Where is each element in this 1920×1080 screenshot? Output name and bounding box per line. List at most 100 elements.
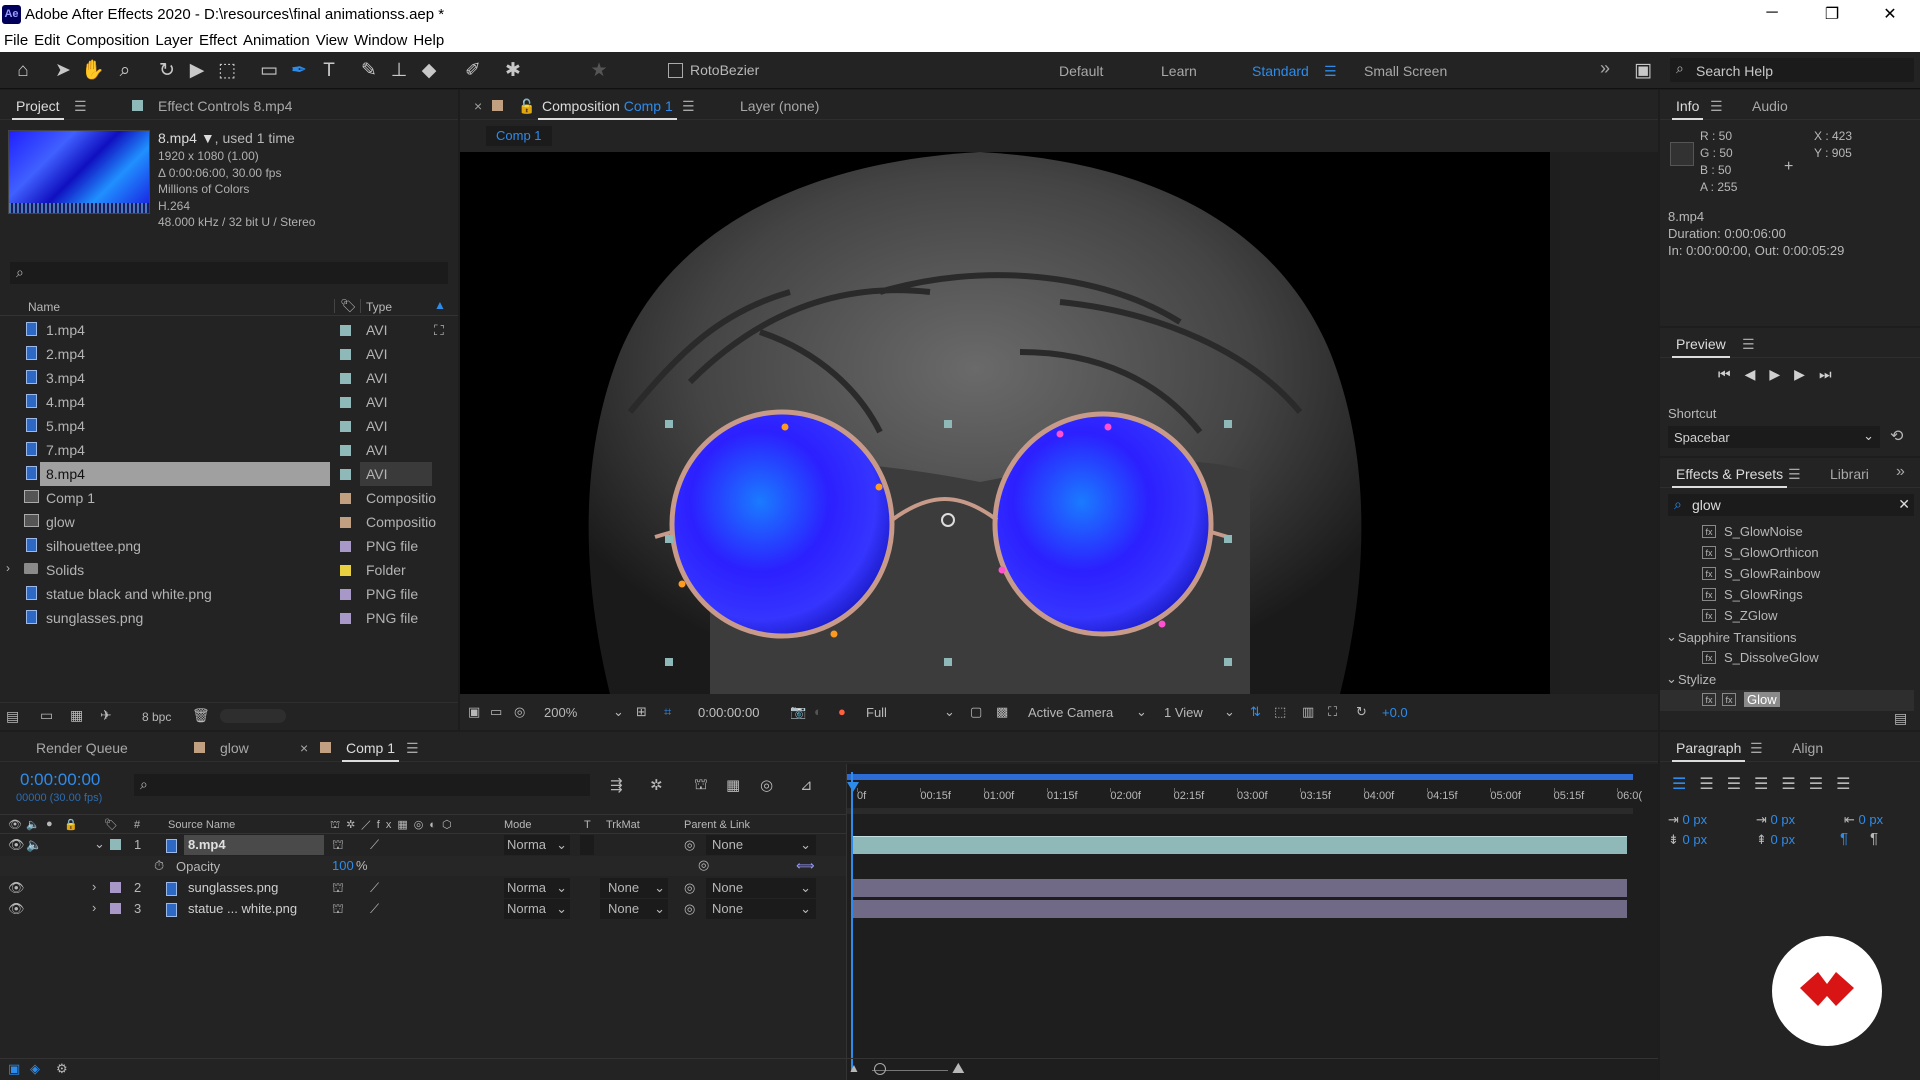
layer-switches-icon[interactable]: ▣ <box>8 1061 20 1077</box>
tab-effect-controls[interactable]: Effect Controls 8.mp4 <box>158 98 292 114</box>
work-area-bar[interactable] <box>847 774 1633 780</box>
toggle-pixel-icon[interactable]: ⇅ <box>1250 704 1261 720</box>
item-name-cell[interactable]: silhouettee.png <box>40 534 330 558</box>
resolution-dropdown-icon[interactable]: ⌄ <box>944 704 955 720</box>
tab-paragraph[interactable]: Paragraph <box>1671 740 1746 762</box>
item-name-cell[interactable]: statue black and white.png <box>40 582 330 606</box>
layer-name[interactable]: sunglasses.png <box>188 880 278 895</box>
justify-left-icon[interactable]: ☰ <box>1754 776 1781 793</box>
workspace-standard[interactable]: Standard <box>1252 63 1309 79</box>
col-name[interactable]: Name <box>28 300 60 314</box>
tab-preview[interactable]: Preview <box>1672 336 1730 358</box>
justify-center-icon[interactable]: ☰ <box>1781 776 1808 793</box>
item-label-color[interactable] <box>340 493 351 504</box>
effect-item[interactable]: fx S_DissolveGlow <box>1660 648 1914 669</box>
zoom-dropdown-icon[interactable]: ⌄ <box>613 704 624 720</box>
col-trkmat[interactable]: TrkMat <box>606 819 640 831</box>
link-icon[interactable]: ⟺ <box>796 858 815 874</box>
item-name-cell[interactable]: 4.mp4 <box>40 390 330 414</box>
item-name-cell[interactable]: Solids <box>40 558 330 582</box>
timeline-icon[interactable]: ▥ <box>1302 704 1314 720</box>
shy-switch-icon[interactable]: ⛫ <box>332 901 344 919</box>
menu-animation[interactable]: Animation <box>239 30 310 49</box>
item-label-color[interactable] <box>340 421 351 432</box>
comp-menu-icon[interactable]: ☰ <box>682 98 695 115</box>
tab-align[interactable]: Align <box>1792 740 1823 756</box>
item-label-color[interactable] <box>340 397 351 408</box>
rtl-direction-icon[interactable]: ¶ <box>1870 830 1878 847</box>
dropdown-arrow-icon[interactable]: ▼ <box>201 130 215 146</box>
layer-row-2[interactable]: 👁 › 2 sunglasses.png ⛫ ⟋ Norma ⌄ None ⌄ ◎ … <box>0 878 846 898</box>
item-name-cell[interactable]: 3.mp4 <box>40 366 330 390</box>
justify-right-icon[interactable]: ☰ <box>1809 776 1836 793</box>
project-item[interactable]: 3.mp4 AVI <box>0 366 458 390</box>
zoom-out-icon[interactable]: ▲ <box>848 1061 860 1075</box>
lock-toggle-icon[interactable]: 🔒 <box>64 818 78 831</box>
flowchart-icon[interactable]: ⛶ <box>434 322 444 339</box>
project-item[interactable]: sunglasses.png PNG file <box>0 606 458 630</box>
eraser-tool-icon[interactable]: ◆ <box>416 58 442 84</box>
trash-icon[interactable]: 🗑 <box>192 707 210 724</box>
layer-mode-select[interactable]: Norma ⌄ <box>504 878 570 898</box>
tab-effects-presets[interactable]: Effects & Presets <box>1671 466 1788 488</box>
quality-switch-icon[interactable]: ⟋ <box>370 901 379 917</box>
clone-stamp-tool-icon[interactable]: ⊥ <box>386 58 412 84</box>
sync-settings-icon[interactable]: ▣ <box>1630 58 1656 84</box>
rotobezier-checkbox[interactable] <box>668 63 683 78</box>
menu-composition[interactable]: Composition <box>62 30 149 49</box>
type-tool-icon[interactable]: T <box>316 58 342 84</box>
layer-name[interactable]: statue ... white.png <box>188 901 297 916</box>
trkmat-select[interactable]: None ⌄ <box>600 899 668 919</box>
effect-category[interactable]: ⌄ Sapphire Transitions <box>1660 627 1914 648</box>
expand-chevron-icon[interactable]: › <box>92 900 96 915</box>
col-type[interactable]: Type <box>366 300 392 314</box>
effect-item[interactable]: fx S_GlowRings <box>1660 585 1914 606</box>
layer-mode-select[interactable]: Norma ⌄ <box>504 835 570 855</box>
transparency-grid-icon[interactable]: ▩ <box>996 704 1008 720</box>
opacity-value[interactable]: 100 <box>332 858 354 873</box>
always-preview-icon[interactable]: ▣ <box>468 704 480 720</box>
layer-3-track[interactable] <box>853 900 1627 918</box>
close-comp-tab-icon[interactable]: × <box>474 98 482 114</box>
new-folder-icon[interactable]: ▭ <box>40 707 53 724</box>
project-item[interactable]: › Solids Folder <box>0 558 458 582</box>
region-interest-icon[interactable]: ▢ <box>970 704 982 720</box>
effect-category[interactable]: ⌄ Stylize <box>1660 669 1914 690</box>
project-menu-icon[interactable]: ☰ <box>74 98 87 115</box>
show-snapshot-icon[interactable]: ◐ <box>814 704 822 719</box>
item-name-cell[interactable]: Comp 1 <box>40 486 330 510</box>
shy-switch-icon[interactable]: ⛫ <box>332 837 344 855</box>
restore-button[interactable]: ❐ <box>1812 4 1852 24</box>
project-item[interactable]: 7.mp4 AVI <box>0 438 458 462</box>
folder-icon[interactable]: › <box>6 561 10 575</box>
parent-select[interactable]: None ⌄ <box>706 899 816 919</box>
transfer-controls-icon[interactable]: ◈ <box>30 1061 40 1077</box>
pickwhip-icon[interactable]: ◎ <box>684 837 695 853</box>
zoom-in-icon[interactable]: ⛰ <box>952 1060 965 1077</box>
more-workspaces-icon[interactable]: » <box>1600 58 1610 79</box>
layer-label-color[interactable] <box>110 903 121 914</box>
shy-layers-icon[interactable]: ⛫ <box>694 776 708 795</box>
fast-preview-icon[interactable]: ⬚ <box>1274 704 1286 720</box>
menu-layer[interactable]: Layer <box>151 30 193 49</box>
project-search-input[interactable]: ⌕ <box>10 262 448 284</box>
indent-first[interactable]: ⇥ 0 px <box>1756 812 1795 828</box>
more-panels-icon[interactable]: » <box>1896 463 1905 481</box>
timeline-track-area[interactable]: 0f 00:15f 01:00f 01:15f 02:00f 02:15f 03:00f 03… <box>846 764 1658 1080</box>
timeline-timecode[interactable]: 0:00:00:00 <box>20 770 100 790</box>
item-name-cell[interactable]: 2.mp4 <box>40 342 330 366</box>
expand-chevron-icon[interactable]: ⌄ <box>94 836 105 852</box>
project-item[interactable]: 1.mp4 AVI <box>0 318 458 342</box>
info-menu-icon[interactable]: ☰ <box>1710 98 1723 115</box>
effect-item[interactable]: fx S_GlowNoise <box>1660 522 1914 543</box>
comp-timecode[interactable]: 0:00:00:00 <box>698 705 759 720</box>
motion-blur-icon[interactable]: ◎ <box>760 776 773 794</box>
rectangle-tool-icon[interactable]: ▭ <box>256 58 282 84</box>
home-icon[interactable]: ⌂ <box>10 58 36 84</box>
bit-depth[interactable]: 8 bpc <box>142 710 171 724</box>
snapshot-icon[interactable]: 📷 <box>790 704 806 720</box>
item-name-cell[interactable]: 8.mp4 <box>40 462 330 486</box>
new-bin-icon[interactable]: ▤ <box>1894 710 1907 727</box>
pickwhip-icon[interactable]: ◎ <box>684 901 695 917</box>
video-eye-icon[interactable]: 👁 <box>8 880 25 896</box>
